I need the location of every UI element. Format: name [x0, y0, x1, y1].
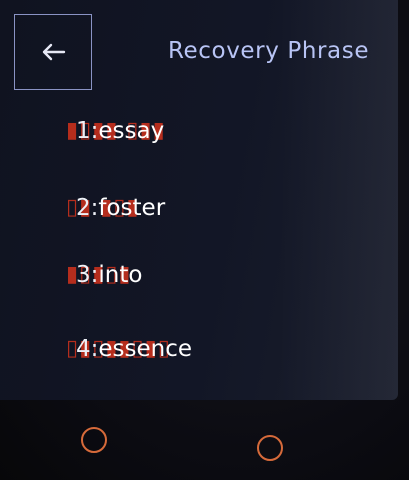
page-title: Recovery Phrase	[168, 38, 370, 64]
word-index: 1:	[76, 118, 99, 144]
hardware-button-right[interactable]	[257, 435, 283, 461]
list-item: 2:foster	[76, 195, 165, 221]
word-text: foster	[98, 195, 166, 221]
back-button[interactable]	[14, 14, 92, 90]
device-frame: Recovery Phrase ▮▯▮▮ ▯▮▮ ▯▮ ▮▯▮ ▮▯▮▯▮ ▯▮…	[0, 0, 409, 480]
arrow-left-icon	[42, 43, 66, 61]
word-text: essay	[98, 118, 165, 144]
hardware-button-left[interactable]	[81, 427, 107, 453]
word-index: 2:	[76, 195, 99, 221]
list-item: 1:essay	[76, 118, 164, 144]
word-text: essence	[98, 336, 193, 362]
word-index: 3:	[76, 262, 99, 288]
device-screen: Recovery Phrase ▮▯▮▮ ▯▮▮ ▯▮ ▮▯▮ ▮▯▮▯▮ ▯▮…	[0, 0, 398, 400]
word-text: into	[98, 262, 143, 288]
list-item: 3:into	[76, 262, 142, 288]
word-index: 4:	[76, 336, 99, 362]
list-item: 4:essence	[76, 336, 192, 362]
